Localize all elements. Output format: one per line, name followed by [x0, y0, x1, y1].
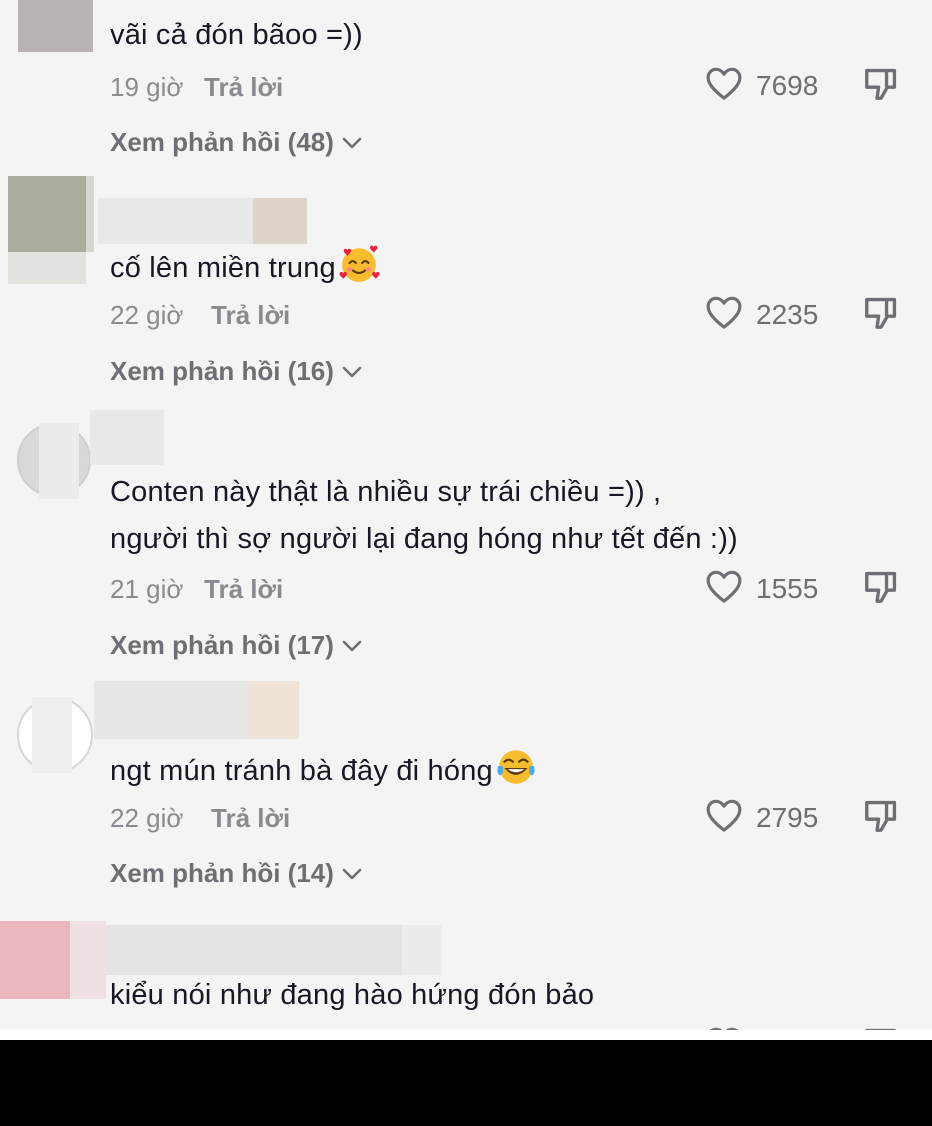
comment-text-content: ngt mún tránh bà đây đi hóng [110, 755, 493, 787]
chevron-down-icon [342, 366, 362, 377]
comment-text-content: cố lên miền trung [110, 252, 336, 284]
view-replies-button[interactable]: Xem phản hồi (16) [110, 356, 364, 387]
smiling-face-with-hearts-emoji [339, 245, 380, 282]
comment-time: 19 giờ [110, 72, 184, 102]
view-replies-button[interactable]: Xem phản hồi (14) [110, 858, 364, 889]
comments-panel: vãi cả đón bãoo =)) 19 giờ Trả lời 7698 … [0, 0, 932, 1030]
dislike-icon[interactable] [862, 64, 900, 104]
heart-icon[interactable] [703, 567, 745, 607]
username[interactable] [98, 198, 253, 244]
username[interactable] [94, 681, 247, 739]
chevron-down-icon [342, 137, 362, 148]
reply-button[interactable]: Trả lời [204, 72, 283, 103]
avatar-edge [8, 252, 86, 284]
view-replies-label: Xem phản hồi (16) [110, 356, 334, 386]
chevron-down-icon [342, 640, 362, 651]
reply-button[interactable]: Trả lời [211, 803, 290, 834]
comment-text-line-2: người thì sợ người lại đang hóng như tết… [110, 523, 738, 555]
divider [0, 1030, 932, 1040]
avatar[interactable] [0, 921, 70, 999]
reply-button[interactable]: Trả lời [204, 574, 283, 605]
view-replies-label: Xem phản hồi (17) [110, 630, 334, 660]
avatar-overlay [39, 423, 79, 499]
dislike-icon[interactable] [862, 796, 900, 836]
avatar-edge [70, 921, 106, 999]
view-replies-label: Xem phản hồi (14) [110, 858, 334, 888]
dislike-icon[interactable] [862, 567, 900, 607]
avatar-edge [86, 176, 94, 252]
comment-text: ngt mún tránh bà đây đi hóng [110, 746, 537, 794]
like-count: 2235 [756, 299, 819, 330]
avatar-overlay [32, 697, 72, 773]
view-replies-button[interactable]: Xem phản hồi (48) [110, 127, 364, 158]
comment-text: cố lên miền trung [110, 243, 380, 291]
avatar[interactable] [18, 0, 93, 52]
heart-icon[interactable] [703, 796, 745, 836]
username[interactable] [253, 198, 307, 244]
username[interactable] [247, 681, 299, 739]
username[interactable] [402, 925, 442, 975]
dislike-icon[interactable] [862, 293, 900, 333]
comment-text-line-1: Conten này thật là nhiều sự trái chiều =… [110, 476, 662, 508]
black-bar [0, 1040, 932, 1126]
like-count: 1555 [756, 573, 819, 604]
comment-time: 21 giờ [110, 574, 184, 604]
username[interactable] [106, 925, 402, 975]
comment-time: 22 giờ [110, 300, 184, 330]
tears-of-joy-emoji [497, 750, 535, 784]
view-replies-label: Xem phản hồi (48) [110, 127, 334, 157]
avatar[interactable] [8, 176, 86, 252]
comment-text: kiểu nói như đang hào hứng đón bảo [110, 979, 595, 1011]
comment-time: 22 giờ [110, 803, 184, 833]
heart-icon[interactable] [703, 293, 745, 333]
like-count: 2795 [756, 802, 819, 833]
comment-text: vãi cả đón bãoo =)) [110, 19, 363, 51]
username[interactable] [90, 410, 164, 465]
view-replies-button[interactable]: Xem phản hồi (17) [110, 630, 364, 661]
reply-button[interactable]: Trả lời [211, 300, 290, 331]
chevron-down-icon [342, 868, 362, 879]
heart-icon[interactable] [703, 64, 745, 104]
like-count: 7698 [756, 70, 819, 101]
